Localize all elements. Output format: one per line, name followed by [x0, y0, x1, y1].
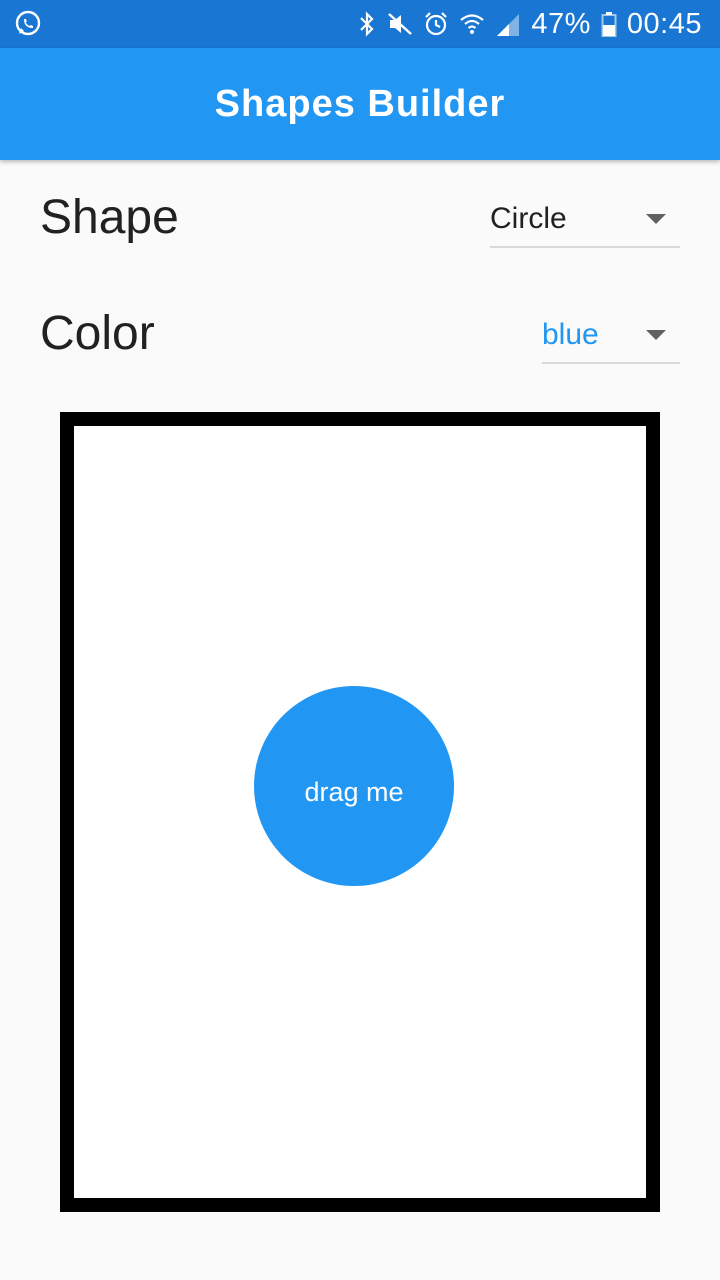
shape-canvas: drag me	[60, 412, 660, 1212]
app-bar: Shapes Builder	[0, 48, 720, 160]
battery-icon	[601, 10, 617, 38]
signal-icon	[495, 10, 521, 38]
shape-label-text: drag me	[304, 776, 404, 807]
shape-label: Shape	[40, 191, 179, 244]
status-bar: 47% 00:45	[0, 0, 720, 48]
alarm-icon	[423, 10, 449, 38]
shape-dropdown-value: Circle	[490, 202, 567, 235]
bluetooth-icon	[357, 10, 377, 38]
color-label: Color	[40, 307, 155, 360]
status-icons: 47% 00:45	[357, 0, 702, 48]
shape-dropdown[interactable]: Circle	[490, 192, 680, 248]
dropdown-arrow-icon	[646, 330, 666, 340]
whatsapp-icon	[14, 10, 42, 38]
color-dropdown-value: blue	[542, 318, 599, 351]
battery-percent: 47%	[531, 7, 591, 40]
color-dropdown[interactable]: blue	[542, 308, 680, 364]
mute-icon	[387, 10, 413, 38]
app-title: Shapes Builder	[214, 82, 506, 125]
dropdown-arrow-icon	[646, 214, 666, 224]
draggable-shape[interactable]: drag me	[254, 686, 454, 886]
clock: 00:45	[626, 7, 702, 40]
wifi-icon	[459, 10, 485, 38]
